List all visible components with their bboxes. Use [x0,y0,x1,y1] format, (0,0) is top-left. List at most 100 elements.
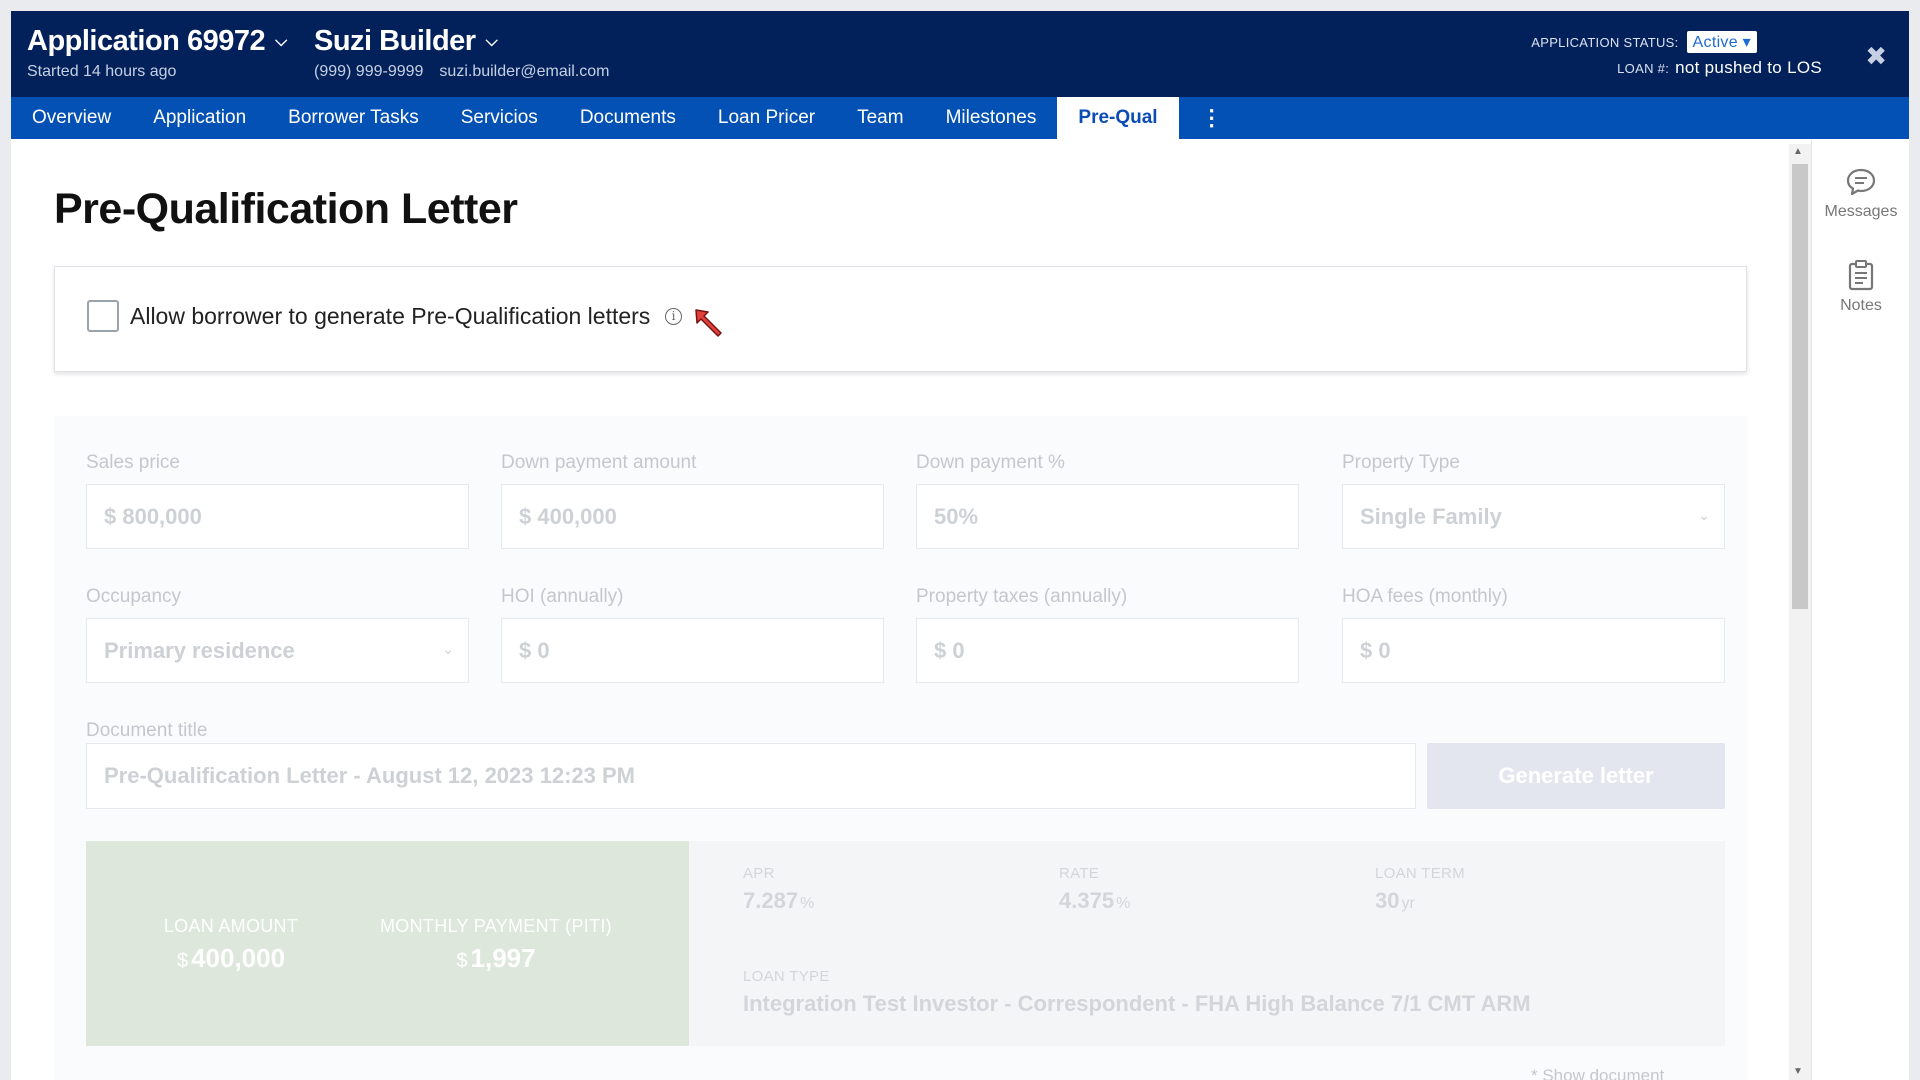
hoa-fees-input[interactable]: $ 0 [1342,618,1725,683]
down-payment-amount-value: $ 400,000 [519,503,617,529]
sales-price-input[interactable]: $ 800,000 [86,484,469,549]
application-status: APPLICATION STATUS: Active ▾ [1531,31,1757,53]
show-document-link[interactable]: * Show document [1531,1066,1664,1080]
loan-type-label: LOAN TYPE [743,968,830,985]
monthly-payment: 1,997 [470,943,536,973]
notes-rail-button[interactable]: Notes [1812,259,1909,315]
occupancy-value: Primary residence [104,637,295,663]
tab-servicios[interactable]: Servicios [440,97,559,139]
info-icon[interactable]: i [665,308,682,325]
generate-letter-button[interactable]: Generate letter [1427,743,1725,809]
chevron-down-icon: ⌵ [485,33,498,51]
rate-label: RATE [1059,865,1100,882]
hoi-input[interactable]: $ 0 [501,618,884,683]
hoi-value: $ 0 [519,637,550,663]
apr-value: 7.287% [743,888,814,914]
mouse-cursor-icon [695,309,722,337]
rate-value: 4.375% [1059,888,1130,914]
page-title: Pre-Qualification Letter [54,185,518,233]
apr-unit: % [800,895,815,912]
allow-borrower-card: Allow borrower to generate Pre-Qualifica… [54,266,1747,372]
tab-pre-qual[interactable]: Pre-Qual [1057,97,1179,139]
rate-unit: % [1116,895,1131,912]
property-type-label: Property Type [1342,452,1460,473]
application-started: Started 14 hours ago [27,63,177,80]
chevron-down-icon: ⌵ [275,33,287,51]
prequal-form: Sales price $ 800,000 Down payment amoun… [54,416,1747,1080]
tab-documents[interactable]: Documents [559,97,697,139]
tab-loan-pricer[interactable]: Loan Pricer [697,97,836,139]
clipboard-icon [1848,260,1874,291]
currency-symbol: $ [456,950,468,972]
content-scrollbar[interactable]: ▲ ▼ [1789,144,1811,1080]
notes-label: Notes [1840,297,1882,314]
loan-type-value: Integration Test Investor - Corresponden… [743,991,1531,1016]
application-title: Application 69972 [27,25,266,57]
loan-type-item: LOAN TYPE Integration Test Investor - Co… [743,968,1531,1017]
occupancy-label: Occupancy [86,586,182,607]
document-title-input[interactable]: Pre-Qualification Letter - August 12, 20… [86,743,1416,809]
loan-term-number: 30 [1375,888,1400,913]
down-payment-pct-input[interactable]: 50% [916,484,1299,549]
loan-amount-summary: LOAN AMOUNT $400,000 [141,916,321,974]
borrower-email: suzi.builder@email.com [439,63,610,80]
apr-item: APR 7.287% [743,865,814,914]
down-payment-pct-value: 50% [934,503,979,529]
scroll-down-arrow-icon[interactable]: ▼ [1793,1066,1803,1077]
sales-price-value: $ 800,000 [104,503,202,529]
main-content: Pre-Qualification Letter Allow borrower … [11,139,1781,1080]
apr-number: 7.287 [743,888,799,913]
rate-number: 4.375 [1059,888,1115,913]
tab-milestones[interactable]: Milestones [925,97,1058,139]
apr-label: APR [743,865,775,882]
property-type-value: Single Family [1360,503,1502,529]
more-options-icon[interactable]: ⋮ [1179,97,1245,139]
tab-borrower-tasks[interactable]: Borrower Tasks [267,97,440,139]
allow-borrower-checkbox[interactable] [87,300,119,332]
monthly-payment-summary: MONTHLY PAYMENT (PITI) $1,997 [376,916,616,974]
loan-term-unit: yr [1401,895,1415,912]
scroll-thumb[interactable] [1792,164,1808,609]
monthly-payment-label: MONTHLY PAYMENT (PITI) [380,916,612,936]
currency-symbol: $ [176,950,189,972]
loan-label: LOAN #: [1617,61,1670,76]
tab-application[interactable]: Application [132,97,267,139]
chat-bubble-icon [1846,168,1876,196]
app-header: Application 69972 ⌵ Started 14 hours ago … [11,11,1909,97]
down-payment-pct-label: Down payment % [916,452,1065,473]
hoa-fees-label: HOA fees (monthly) [1342,586,1508,607]
borrower-name: Suzi Builder [314,25,476,57]
tab-bar: Overview Application Borrower Tasks Serv… [11,97,1909,139]
occupancy-select[interactable]: Primary residence ⌄ [86,618,469,683]
loan-summary-panel: LOAN AMOUNT $400,000 MONTHLY PAYMENT (PI… [86,841,689,1046]
status-dropdown[interactable]: Active ▾ [1686,31,1757,53]
messages-rail-button[interactable]: Messages [1812,167,1909,221]
chevron-down-icon: ⌄ [1698,507,1710,523]
right-rail: Messages Notes [1811,139,1909,1080]
application-window: Application 69972 ⌵ Started 14 hours ago … [11,11,1909,1080]
loan-term-item: LOAN TERM 30 yr [1375,865,1465,914]
borrower-selector[interactable]: Suzi Builder ⌵ [314,25,498,58]
loan-term-value: 30 yr [1375,888,1465,914]
allow-borrower-label[interactable]: Allow borrower to generate Pre-Qualifica… [130,303,650,330]
rate-details-panel: APR 7.287% RATE 4.375% LOAN TERM 30 yr LO… [689,841,1725,1046]
messages-label: Messages [1824,203,1898,220]
loan-amount-label: LOAN AMOUNT [163,916,299,936]
scroll-up-arrow-icon[interactable]: ▲ [1793,146,1803,157]
loan-amount: 400,000 [191,943,286,973]
status-label: APPLICATION STATUS: [1531,34,1679,50]
hoi-label: HOI (annually) [501,586,624,607]
property-taxes-label: Property taxes (annually) [916,586,1128,607]
tab-team[interactable]: Team [836,97,924,139]
loan-term-label: LOAN TERM [1375,865,1465,882]
application-selector[interactable]: Application 69972 ⌵ [27,25,287,58]
property-type-select[interactable]: Single Family ⌄ [1342,484,1725,549]
borrower-phone: (999) 999-9999 [314,63,424,80]
down-payment-amount-input[interactable]: $ 400,000 [501,484,884,549]
loan-value: not pushed to LOS [1675,58,1822,77]
borrower-contact: (999) 999-9999 suzi.builder@email.com [314,63,626,81]
close-icon[interactable]: ✖ [1865,41,1887,72]
hoa-fees-value: $ 0 [1360,637,1391,663]
tab-overview[interactable]: Overview [11,97,132,139]
property-taxes-input[interactable]: $ 0 [916,618,1299,683]
